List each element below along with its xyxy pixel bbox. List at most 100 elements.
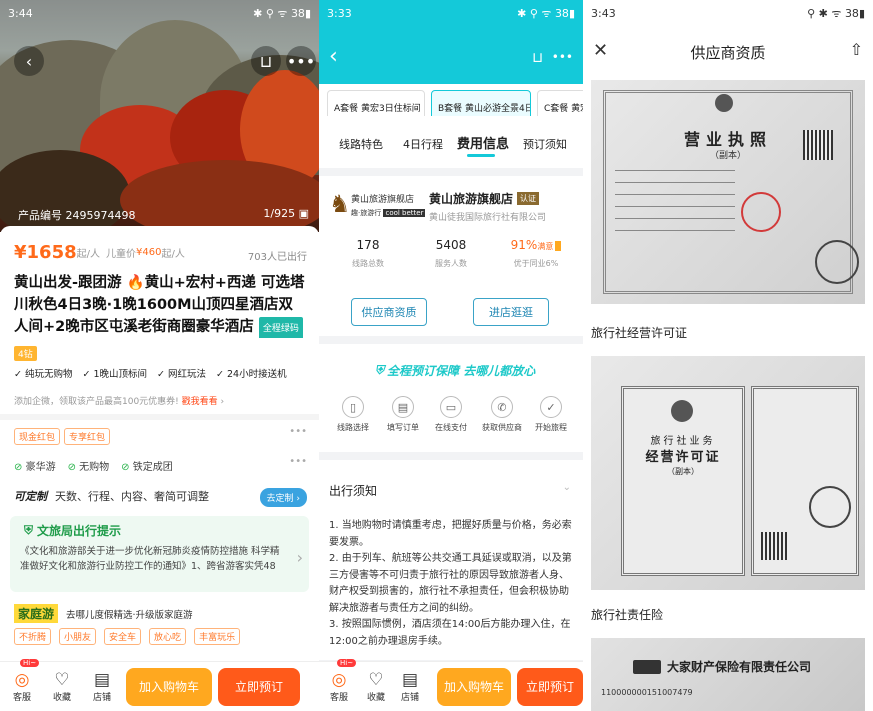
coupon-chip[interactable]: 专享红包 (64, 428, 111, 445)
service-button[interactable]: Hi~ ◎ 客服 (2, 658, 42, 703)
section-title-license: 旅行社经营许可证 (591, 326, 688, 340)
step-item: ▯ 线路选择 (331, 396, 375, 433)
title-badge: 全程绿码 (258, 317, 303, 338)
customize-button[interactable]: 去定制 › (259, 488, 307, 507)
guarantee-item: ⊘ 铁定成团 (121, 462, 173, 473)
custom-text: 天数、行程、内容、奢简可调整 (55, 490, 209, 503)
back-icon[interactable]: ‹ (329, 46, 338, 68)
tab-booking-notes[interactable]: 预订须知 (523, 136, 567, 152)
travel-agency-license-image[interactable]: 旅行社业务 经营许可证 （副本） (591, 356, 865, 590)
chat-badge: Hi~ (20, 658, 40, 667)
promo-link[interactable]: 戳我看看 (182, 397, 218, 407)
family-tag: 小朋友 (59, 628, 97, 645)
step-item: ✆ 获取供应商 (477, 396, 527, 433)
add-to-cart-button[interactable]: 加入购物车 (437, 667, 511, 706)
visit-shop-button[interactable]: 进店逛逛 (473, 298, 549, 326)
custom-logo: 可定制 (14, 490, 47, 503)
cart-button[interactable]: ⊔ (251, 46, 281, 76)
license2-title: 经营许可证 (645, 450, 721, 465)
stat-routes: 178 线路总数 (352, 238, 384, 268)
feature-item: ✓ 网红玩法 (157, 369, 207, 380)
form-icon: ▤ (392, 396, 414, 418)
check-circle-icon: ⊘ (67, 462, 76, 473)
store-button[interactable]: ▤ 店铺 (82, 669, 122, 703)
section-title-insurance: 旅行社责任险 (591, 608, 664, 622)
fee-info-screen: 3:33 ✱ ⚲ ᯤ 38▮ ‹ ⊔ ••• A套餐 黄宏3日住标间 B套餐 黄… (319, 0, 583, 711)
product-detail-screen: ‹ ⊔ ••• 产品编号 2495974498 1/925 ▣ 3:44 ✱ ⚲… (0, 0, 319, 711)
status-bar: 3:33 ✱ ⚲ ᯤ 38▮ (319, 0, 583, 26)
family-tags: 不折腾 小朋友 安全车 放心吃 丰富玩乐 (14, 628, 244, 645)
feature-item: ✓ 1晚山顶标间 (82, 369, 148, 380)
chat-badge: Hi~ (337, 658, 357, 667)
book-now-button[interactable]: 立即预订 (517, 667, 583, 706)
favorite-button[interactable]: ♡ 收藏 (42, 670, 82, 703)
tab-bar: 线路特色 4日行程 费用信息 预订须知 (319, 116, 583, 168)
step-item: ✓ 开始旅程 (529, 396, 573, 433)
cart-icon[interactable]: ⊔ (532, 50, 543, 66)
supplier-qualification-button[interactable]: 供应商资质 (351, 298, 427, 326)
sold-count: 703人已出行 (247, 252, 307, 263)
heart-icon: ♡ (368, 669, 384, 690)
insurer-logo (633, 660, 661, 674)
insurance-image[interactable]: 大家财产保险有限责任公司 110000000151007479 (591, 638, 865, 711)
travel-note-item: 3. 按照国际惯例，酒店须在14:00后方能办理入住，在12:00之前办理退房手… (329, 619, 571, 647)
qr-code (803, 130, 833, 160)
product-info: ¥1658 起/人 儿童价 ¥460 起/人 703人已出行 黄山出发-跟团游 … (0, 226, 319, 666)
guarantee-card: ⛨ 全程预订保障 去哪儿都放心 ▯ 线路选择 ▤ 填写订单 ▭ 在线支付 ✆ 获取供应商 … (319, 344, 583, 452)
more-icon[interactable]: ••• (289, 456, 307, 467)
notice-card[interactable]: ⛨ 文旅局出行提示 《文化和旅游部关于进一步优化新冠肺炎疫情防控措施 科学精准做好… (10, 516, 309, 592)
guarantee-title: ⛨ 全程预订保障 去哪儿都放心 (375, 363, 536, 378)
custom-row: 可定制 天数、行程、内容、奢简可调整 (14, 488, 209, 504)
more-icon[interactable]: ••• (552, 50, 573, 64)
headset-icon: ◎ (331, 669, 347, 690)
book-now-button[interactable]: 立即预订 (218, 667, 300, 706)
price: ¥1658 (14, 242, 77, 263)
shield-icon: ⛨ (24, 523, 34, 537)
package-selector: A套餐 黄宏3日住标间 B套餐 黄山必游全景4日 C套餐 黄宏 (319, 84, 583, 124)
emblem-icon (715, 94, 733, 112)
store-icon: ▤ (93, 669, 111, 690)
chevron-down-icon[interactable]: ⌄ (563, 482, 571, 493)
coupon-row[interactable]: 现金红包 专享红包 (14, 428, 114, 445)
logo-sub: 趣·旅游行 cool better (351, 209, 426, 217)
check-icon: ✓ (540, 396, 562, 418)
travel-note-item: 1. 当地购物时请慎重考虑，把握好质量与价格，务必索要发票。 (329, 520, 572, 548)
travel-note-item: 2. 由于列车、航班等公共交通工具延误或取消，以及第三方侵害等不可归责于旅行社的… (329, 553, 572, 614)
status-time: 3:44 (8, 6, 33, 20)
qr-code (761, 532, 789, 560)
hero-image[interactable]: ‹ ⊔ ••• 产品编号 2495974498 1/925 ▣ (0, 0, 319, 232)
favorite-button[interactable]: ♡ 收藏 (359, 669, 393, 703)
feature-item: ✓ 24小时接送机 (216, 369, 287, 380)
store-button[interactable]: ▤ 店铺 (393, 670, 427, 703)
bottom-action-bar: Hi~ ◎ 客服 ♡ 收藏 ▤ 店铺 加入购物车 立即预订 (0, 658, 319, 711)
share-icon[interactable]: ⇧ (850, 40, 863, 59)
back-button[interactable]: ‹ (14, 46, 44, 76)
tab-fees[interactable]: 费用信息 (457, 133, 509, 152)
status-time: 3:43 (591, 6, 616, 20)
promo-text: 添加企微，领取该产品最高100元优惠券! (14, 397, 179, 407)
business-license-image[interactable]: 营业执照 （副本） (591, 80, 865, 304)
bottom-action-bar: Hi~ ◎ 客服 ♡ 收藏 ▤ 店铺 加入购物车 立即预订 (319, 658, 583, 711)
price-row: ¥1658 起/人 儿童价 ¥460 起/人 (14, 242, 185, 263)
travel-notes-list: 1. 当地购物时请慎重考虑，把握好质量与价格，务必索要发票。 2. 由于列车、航… (329, 518, 575, 650)
route-icon: ▯ (342, 396, 364, 418)
family-logo: 家庭游 (14, 604, 59, 623)
check-circle-icon: ⊘ (14, 462, 23, 473)
guarantee-row[interactable]: ⊘ 豪华游 ⊘ 无购物 ⊘ 铁定成团 (14, 458, 173, 473)
tab-features[interactable]: 线路特色 (339, 136, 383, 152)
phone-icon: ✆ (491, 396, 513, 418)
more-button[interactable]: ••• (286, 46, 316, 76)
family-row[interactable]: 家庭游 去哪儿度假精选·升级版家庭游 (14, 604, 193, 623)
promo-row[interactable]: 添加企微，领取该产品最高100元优惠券! 戳我看看 › (14, 394, 224, 407)
page-title: 供应商资质 (690, 44, 766, 62)
supplier-qualification-screen: 3:43 ⚲ ✱ ᯤ 38▮ ✕ 供应商资质 ⇧ 营业执照 （副本） 旅行社经营… (583, 0, 873, 711)
divider (0, 414, 319, 420)
more-icon[interactable]: ••• (289, 426, 307, 437)
headset-icon: ◎ (14, 669, 30, 690)
guarantee-item: ⊘ 无购物 (67, 462, 110, 473)
add-to-cart-button[interactable]: 加入购物车 (126, 667, 212, 706)
coupon-chip[interactable]: 现金红包 (14, 428, 61, 445)
tab-itinerary[interactable]: 4日行程 (403, 136, 443, 152)
product-title: 黄山出发-跟团游 🔥黄山+宏村+西递 可选塔川秋色4日3晚·1晚1600M山顶四… (14, 272, 306, 338)
service-button[interactable]: Hi~ ◎ 客服 (319, 658, 359, 703)
